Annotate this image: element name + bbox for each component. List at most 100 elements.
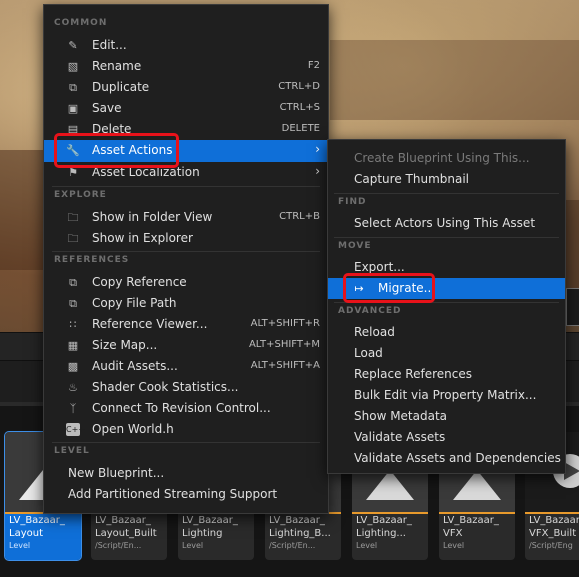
menu-item-edit[interactable]: ✎ Edit... xyxy=(44,35,328,56)
asset-type: Level xyxy=(443,541,465,550)
menu-item-label: Delete xyxy=(92,122,132,136)
menu-item-size-map[interactable]: ▦ Size Map... ALT+SHIFT+M xyxy=(44,335,328,356)
submenu-item-load[interactable]: Load xyxy=(328,343,565,364)
asset-name-line2: VFX xyxy=(443,528,463,539)
menu-item-asset-actions[interactable]: 🔧 Asset Actions › xyxy=(44,140,328,162)
menu-item-reference-viewer[interactable]: ∷ Reference Viewer... ALT+SHIFT+R xyxy=(44,314,328,335)
wrench-icon: 🔧 xyxy=(66,144,80,157)
asset-name: LV_Bazaar_ xyxy=(529,515,579,526)
menu-item-label: Size Map... xyxy=(92,338,158,352)
asset-type: /Script/En... xyxy=(95,541,142,550)
viewport-overlay-button[interactable] xyxy=(566,288,579,326)
menu-item-label: Show in Explorer xyxy=(92,231,193,245)
menu-divider xyxy=(334,193,559,194)
asset-name-line2: Layout_Built xyxy=(95,528,157,539)
menu-item-label: Reference Viewer... xyxy=(92,317,208,331)
cpp-file-icon: C++ xyxy=(66,423,85,436)
menu-item-label: Rename xyxy=(92,59,142,73)
menu-item-copy-reference[interactable]: ⧉ Copy Reference xyxy=(44,272,328,293)
menu-item-label: Asset Actions xyxy=(92,143,173,157)
asset-name: LV_Bazaar_ xyxy=(182,515,238,526)
menu-divider xyxy=(334,302,559,303)
menu-item-label: Shader Cook Statistics... xyxy=(92,380,239,394)
menu-item-shader-cook-statistics[interactable]: ♨ Shader Cook Statistics... xyxy=(44,377,328,398)
menu-item-label: Validate Assets xyxy=(354,430,446,444)
menu-item-add-partitioned-streaming-support[interactable]: Add Partitioned Streaming Support xyxy=(44,484,328,505)
menu-divider xyxy=(52,251,320,252)
asset-name: LV_Bazaar_ xyxy=(443,515,499,526)
menu-item-label: Show in Folder View xyxy=(92,210,213,224)
revision-control-icon: ᛉ xyxy=(69,402,77,415)
asset-name-line2: Lighting_B... xyxy=(269,528,331,539)
asset-actions-submenu: Create Blueprint Using This... Capture T… xyxy=(327,139,566,474)
audit-icon: ▩ xyxy=(67,360,79,373)
menu-item-show-in-explorer[interactable]: 🗀 Show in Explorer xyxy=(44,228,328,249)
submenu-item-capture-thumbnail[interactable]: Capture Thumbnail xyxy=(328,169,565,190)
menu-item-duplicate[interactable]: ⧉ Duplicate CTRL+D xyxy=(44,77,328,98)
submenu-item-export[interactable]: Export... xyxy=(328,257,565,278)
submenu-item-reload[interactable]: Reload xyxy=(328,322,565,343)
submenu-item-bulk-edit[interactable]: Bulk Edit via Property Matrix... xyxy=(328,385,565,406)
section-header-move: MOVE xyxy=(338,241,372,251)
copy-icon: ⧉ xyxy=(69,297,77,310)
submenu-item-validate-assets[interactable]: Validate Assets xyxy=(328,427,565,448)
viewport-scene-detail xyxy=(330,40,579,120)
menu-item-label: Show Metadata xyxy=(354,409,448,423)
asset-name: LV_Bazaar_ xyxy=(95,515,151,526)
reference-viewer-icon: ∷ xyxy=(69,318,77,331)
save-icon: ▣ xyxy=(67,102,79,115)
menu-divider xyxy=(334,237,559,238)
section-header-explore: EXPLORE xyxy=(54,190,107,200)
menu-item-copy-file-path[interactable]: ⧉ Copy File Path xyxy=(44,293,328,314)
asset-type: Level xyxy=(182,541,204,550)
asset-type: Level xyxy=(9,541,31,550)
menu-item-label: Export... xyxy=(354,260,405,274)
menu-item-show-in-folder-view[interactable]: 🗀 Show in Folder View CTRL+B xyxy=(44,207,328,228)
submenu-item-validate-assets-dependencies[interactable]: Validate Assets and Dependencies xyxy=(328,448,565,469)
menu-item-open-source-file[interactable]: C++ Open World.h xyxy=(44,419,328,440)
menu-item-label: Copy Reference xyxy=(92,275,187,289)
level-icon xyxy=(366,470,414,500)
asset-type: Level xyxy=(356,541,378,550)
section-header-advanced: ADVANCED xyxy=(338,306,402,316)
asset-name-line2: Lighting xyxy=(182,528,223,539)
trash-icon: ▤ xyxy=(67,123,79,136)
menu-item-label: Load xyxy=(354,346,383,360)
submenu-item-show-metadata[interactable]: Show Metadata xyxy=(328,406,565,427)
submenu-item-migrate[interactable]: ↦ Migrate... xyxy=(328,278,565,299)
menu-item-label: Validate Assets and Dependencies xyxy=(354,451,561,465)
menu-item-shortcut: CTRL+B xyxy=(279,211,320,222)
chevron-right-icon: › xyxy=(315,142,320,156)
submenu-item-replace-references[interactable]: Replace References xyxy=(328,364,565,385)
menu-item-label: Reload xyxy=(354,325,395,339)
menu-item-label: Asset Localization xyxy=(92,165,200,179)
menu-item-label: Save xyxy=(92,101,122,115)
asset-type: /Script/En... xyxy=(269,541,316,550)
level-icon xyxy=(453,470,501,500)
menu-item-label: Add Partitioned Streaming Support xyxy=(68,487,278,501)
chevron-right-icon: › xyxy=(315,164,320,178)
menu-item-label: Copy File Path xyxy=(92,296,177,310)
menu-item-save[interactable]: ▣ Save CTRL+S xyxy=(44,98,328,119)
menu-item-label: Replace References xyxy=(354,367,472,381)
asset-type-accent xyxy=(525,512,579,514)
menu-item-label: Select Actors Using This Asset xyxy=(354,216,536,230)
pencil-icon: ✎ xyxy=(68,39,78,52)
menu-item-label: Open World.h xyxy=(92,422,174,436)
submenu-item-create-blueprint[interactable]: Create Blueprint Using This... xyxy=(328,148,565,169)
section-header-common: COMMON xyxy=(54,18,108,28)
menu-item-new-blueprint[interactable]: New Blueprint... xyxy=(44,463,328,484)
asset-name-line2: VFX_Built xyxy=(529,528,577,539)
asset-name-line2: Lighting... xyxy=(356,528,406,539)
menu-item-label: Connect To Revision Control... xyxy=(92,401,271,415)
menu-divider xyxy=(52,186,320,187)
menu-item-connect-to-revision-control[interactable]: ᛉ Connect To Revision Control... xyxy=(44,398,328,419)
menu-item-delete[interactable]: ▤ Delete DELETE xyxy=(44,119,328,140)
submenu-item-select-actors[interactable]: Select Actors Using This Asset xyxy=(328,213,565,234)
menu-item-label: Edit... xyxy=(92,38,127,52)
menu-item-shortcut: CTRL+D xyxy=(278,81,320,92)
menu-item-audit-assets[interactable]: ▩ Audit Assets... ALT+SHIFT+A xyxy=(44,356,328,377)
menu-item-asset-localization[interactable]: ⚑ Asset Localization › xyxy=(44,162,328,183)
menu-item-rename[interactable]: ▧ Rename F2 xyxy=(44,56,328,77)
size-map-icon: ▦ xyxy=(67,339,79,352)
